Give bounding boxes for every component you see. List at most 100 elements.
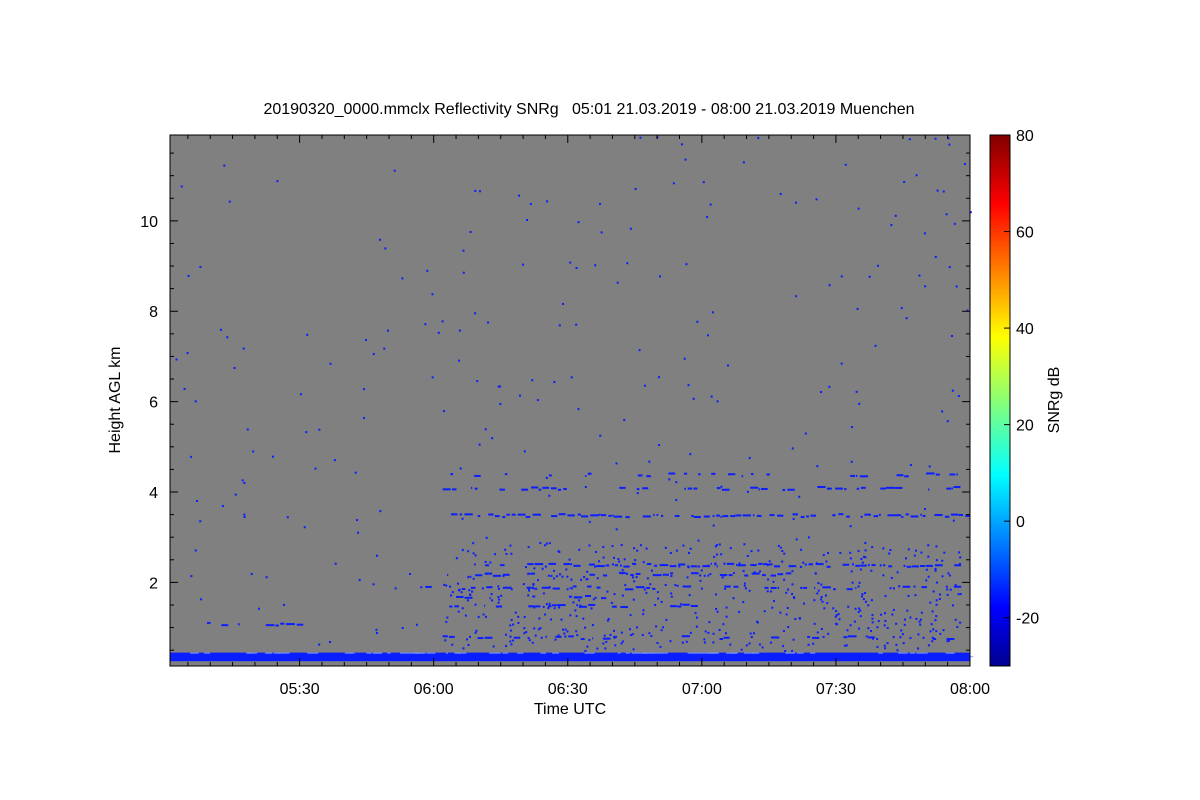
noise-pixel <box>190 455 193 458</box>
noise-pixel <box>570 587 573 590</box>
echo-segment <box>703 515 710 518</box>
noise-pixel <box>814 572 817 575</box>
echo-segment <box>697 565 701 568</box>
noise-pixel <box>643 384 646 387</box>
echo-segment <box>906 565 912 568</box>
noise-pixel <box>828 284 831 287</box>
echo-segment <box>751 473 754 476</box>
echo-segment <box>770 587 777 590</box>
noise-pixel <box>898 585 901 588</box>
noise-pixel <box>723 562 726 565</box>
noise-pixel <box>934 137 937 140</box>
noise-pixel <box>602 556 605 559</box>
noise-pixel <box>743 543 746 546</box>
noise-pixel <box>354 471 357 474</box>
echo-segment <box>810 514 817 517</box>
noise-pixel <box>901 633 904 636</box>
noise-pixel <box>923 232 926 235</box>
noise-pixel <box>844 163 847 166</box>
noise-pixel <box>606 619 609 622</box>
noise-pixel <box>867 604 870 607</box>
noise-pixel <box>469 230 472 233</box>
noise-pixel <box>633 547 636 550</box>
noise-pixel <box>195 499 198 502</box>
noise-pixel <box>594 596 597 599</box>
echo-band-speck <box>552 652 559 654</box>
echo-band-speck <box>584 652 595 654</box>
noise-pixel <box>919 623 922 626</box>
noise-pixel <box>570 376 573 379</box>
plot-background <box>170 135 970 666</box>
noise-pixel <box>455 557 458 560</box>
echo-segment <box>764 586 769 589</box>
noise-pixel <box>613 593 616 596</box>
colorbar-label: SNRg dB <box>1046 367 1063 434</box>
noise-pixel <box>882 547 885 550</box>
noise-pixel <box>904 557 907 560</box>
echo-band-speck <box>190 652 199 654</box>
noise-pixel <box>592 598 595 601</box>
echo-segment <box>785 572 792 575</box>
noise-pixel <box>505 552 508 555</box>
echo-segment <box>442 488 451 491</box>
noise-pixel <box>241 479 244 482</box>
echo-segment <box>580 638 585 641</box>
noise-pixel <box>190 575 193 578</box>
noise-pixel <box>629 634 632 637</box>
noise-pixel <box>768 560 771 563</box>
x-axis-label: Time UTC <box>534 701 606 718</box>
echo-segment <box>847 635 857 638</box>
noise-pixel <box>491 437 494 440</box>
noise-pixel <box>547 574 550 577</box>
noise-pixel <box>905 317 908 320</box>
echo-segment <box>911 565 919 568</box>
noise-pixel <box>665 618 668 621</box>
noise-pixel <box>892 608 895 611</box>
echo-segment <box>927 488 930 491</box>
echo-segment <box>722 515 729 518</box>
echo-band-speck <box>898 652 908 654</box>
echo-segment <box>880 487 886 490</box>
echo-segment <box>567 514 575 517</box>
noise-pixel <box>558 324 561 327</box>
echo-segment <box>905 513 909 516</box>
echo-segment <box>576 604 579 607</box>
noise-pixel <box>936 189 939 192</box>
noise-pixel <box>575 630 578 633</box>
echo-segment <box>563 488 567 491</box>
echo-segment <box>589 573 596 576</box>
noise-pixel <box>548 602 551 605</box>
noise-pixel <box>638 349 641 352</box>
noise-pixel <box>475 629 478 632</box>
noise-pixel <box>726 364 729 367</box>
noise-pixel <box>685 263 688 266</box>
echo-segment <box>569 587 571 590</box>
echo-band-speck <box>415 652 426 654</box>
noise-pixel <box>635 576 638 579</box>
echo-segment <box>420 586 423 589</box>
noise-pixel <box>712 641 715 644</box>
noise-pixel <box>680 143 683 146</box>
echo-segment <box>470 586 476 589</box>
noise-pixel <box>497 585 500 588</box>
echo-band-speck <box>625 652 630 654</box>
echo-segment <box>548 605 552 608</box>
noise-pixel <box>827 552 830 555</box>
noise-pixel <box>553 569 556 572</box>
noise-pixel <box>758 570 761 573</box>
noise-pixel <box>812 642 815 645</box>
noise-pixel <box>864 592 867 595</box>
noise-pixel <box>935 599 938 602</box>
noise-pixel <box>834 615 837 618</box>
noise-pixel <box>769 641 772 644</box>
noise-pixel <box>462 249 465 252</box>
noise-pixel <box>909 463 912 466</box>
noise-pixel <box>849 551 852 554</box>
noise-pixel <box>566 630 569 633</box>
noise-pixel <box>504 548 507 551</box>
noise-pixel <box>500 594 503 597</box>
noise-pixel <box>884 594 887 597</box>
noise-pixel <box>529 202 532 205</box>
noise-pixel <box>474 631 477 634</box>
noise-pixel <box>715 607 718 610</box>
